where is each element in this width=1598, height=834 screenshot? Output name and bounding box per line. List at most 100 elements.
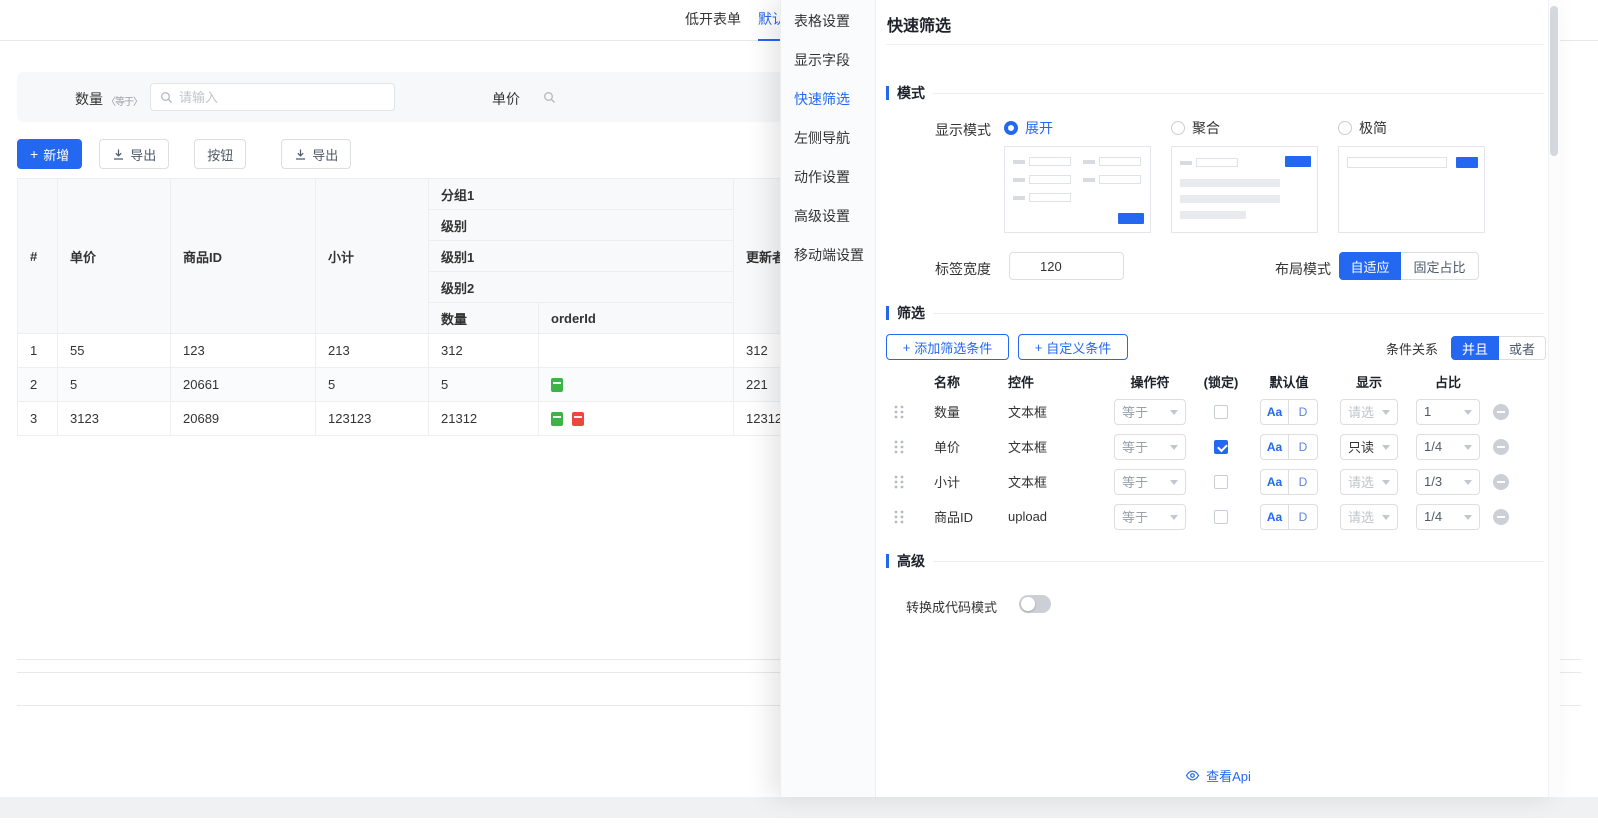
radio-icon — [1171, 121, 1185, 135]
price-filter-label: 单价 — [492, 89, 520, 109]
delete-icon[interactable] — [1493, 404, 1509, 420]
nav-item-table-settings[interactable]: 表格设置 — [781, 2, 875, 41]
display-mode-label: 显示模式 — [876, 120, 991, 140]
operator-select[interactable]: 等于 — [1114, 469, 1186, 495]
chevron-down-icon — [1170, 445, 1178, 454]
code-mode-toggle[interactable] — [1019, 595, 1051, 613]
default-text-button[interactable]: Aa — [1260, 399, 1289, 425]
operator-select[interactable]: 等于 — [1114, 399, 1186, 425]
drag-handle[interactable] — [884, 474, 914, 490]
ratio-select[interactable]: 1/4 — [1416, 434, 1480, 460]
preview-aggregate-thumbnail[interactable] — [1171, 146, 1318, 233]
chevron-down-icon — [1464, 480, 1472, 489]
default-dynamic-button[interactable]: D — [1289, 434, 1318, 460]
default-value-group: AaD — [1260, 469, 1318, 495]
col-header-subtotal: 小计 — [316, 179, 429, 334]
default-text-button[interactable]: Aa — [1260, 469, 1289, 495]
display-select[interactable]: 请选 — [1340, 399, 1398, 425]
display-select[interactable]: 只读 — [1340, 434, 1398, 460]
label-width-input[interactable] — [1009, 252, 1124, 280]
mode-option-aggregate: 聚合 — [1171, 118, 1318, 233]
attachment-icon-green — [551, 378, 563, 392]
drawer-scrollbar[interactable] — [1548, 0, 1560, 797]
default-dynamic-button[interactable]: D — [1289, 504, 1318, 530]
radio-icon — [1004, 121, 1018, 135]
qty-filter-input[interactable] — [150, 83, 395, 111]
condition-name: 单价 — [914, 437, 994, 456]
generic-button[interactable]: 按钮 — [194, 139, 246, 169]
nav-item-mobile-settings[interactable]: 移动端设置 — [781, 236, 875, 275]
export-button-2[interactable]: 导出 — [281, 139, 351, 169]
price-search-icon[interactable] — [543, 91, 556, 109]
default-dynamic-button[interactable]: D — [1289, 399, 1318, 425]
ratio-select[interactable]: 1/3 — [1416, 469, 1480, 495]
nav-item-advanced-settings[interactable]: 高级设置 — [781, 197, 875, 236]
radio-icon — [1338, 121, 1352, 135]
relation-and-button[interactable]: 并且 — [1451, 336, 1499, 360]
filter-condition-row: 商品ID upload 等于 AaD 请选 1/4 — [884, 499, 1516, 534]
filter-table-header: 名称 控件 操作符 (锁定) 默认值 显示 占比 — [884, 368, 1516, 394]
ratio-select[interactable]: 1/4 — [1416, 504, 1480, 530]
default-text-button[interactable]: Aa — [1260, 434, 1289, 460]
chevron-down-icon — [1464, 515, 1472, 524]
default-text-button[interactable]: Aa — [1260, 504, 1289, 530]
lock-checkbox[interactable] — [1214, 440, 1228, 454]
ratio-select[interactable]: 1 — [1416, 399, 1480, 425]
layout-fixed-ratio-button[interactable]: 固定占比 — [1401, 252, 1479, 280]
col-header-price: 单价 — [58, 179, 171, 334]
radio-aggregate[interactable]: 聚合 — [1171, 118, 1318, 138]
layout-adaptive-button[interactable]: 自适应 — [1339, 252, 1401, 280]
operator-select[interactable]: 等于 — [1114, 434, 1186, 460]
qty-filter-text-field[interactable] — [179, 90, 385, 105]
nav-item-quick-filter[interactable]: 快速筛选 — [781, 80, 875, 119]
custom-condition-button[interactable]: + 自定义条件 — [1018, 334, 1128, 360]
drag-handle[interactable] — [884, 404, 914, 420]
relation-or-button[interactable]: 或者 — [1499, 336, 1546, 360]
download-icon — [294, 148, 307, 161]
chevron-down-icon — [1170, 480, 1178, 489]
radio-expand[interactable]: 展开 — [1004, 118, 1151, 138]
lock-checkbox[interactable] — [1214, 510, 1228, 524]
scrollbar-thumb[interactable] — [1550, 6, 1558, 156]
default-value-group: AaD — [1260, 399, 1318, 425]
drag-handle[interactable] — [884, 439, 914, 455]
preview-minimal-thumbnail[interactable] — [1338, 146, 1485, 233]
plus-icon: + — [903, 340, 911, 355]
header-locked: (锁定) — [1194, 372, 1248, 391]
delete-icon[interactable] — [1493, 439, 1509, 455]
operator-select[interactable]: 等于 — [1114, 504, 1186, 530]
delete-icon[interactable] — [1493, 474, 1509, 490]
display-select[interactable]: 请选 — [1340, 504, 1398, 530]
tab-low-code-form[interactable]: 低开表单 — [685, 0, 741, 41]
drag-handle[interactable] — [884, 509, 914, 525]
header-name: 名称 — [914, 372, 994, 391]
add-filter-condition-button[interactable]: + 添加筛选条件 — [886, 334, 1009, 360]
lock-checkbox[interactable] — [1214, 475, 1228, 489]
radio-minimal[interactable]: 极简 — [1338, 118, 1485, 138]
panel-title: 快速筛选 — [887, 12, 951, 36]
preview-expand-thumbnail[interactable] — [1004, 146, 1151, 233]
mode-option-minimal: 极简 — [1338, 118, 1485, 233]
eye-icon — [1185, 768, 1200, 783]
layout-mode-segment: 自适应 固定占比 — [1339, 252, 1479, 280]
chevron-down-icon — [1382, 445, 1390, 454]
lock-checkbox[interactable] — [1214, 405, 1228, 419]
default-dynamic-button[interactable]: D — [1289, 469, 1318, 495]
col-header-group1: 分组1 — [429, 179, 734, 210]
nav-item-action-settings[interactable]: 动作设置 — [781, 158, 875, 197]
header-ratio: 占比 — [1408, 372, 1488, 391]
label-width-value[interactable] — [1010, 253, 1124, 279]
view-api-link[interactable]: 查看Api — [876, 766, 1560, 785]
filter-condition-row: 小计 文本框 等于 AaD 请选 1/3 — [884, 464, 1516, 499]
nav-item-left-nav[interactable]: 左侧导航 — [781, 119, 875, 158]
nav-item-display-fields[interactable]: 显示字段 — [781, 41, 875, 80]
condition-name: 商品ID — [914, 507, 994, 526]
delete-icon[interactable] — [1493, 509, 1509, 525]
section-filter: 筛选 — [886, 303, 1544, 323]
display-select[interactable]: 请选 — [1340, 469, 1398, 495]
export-button[interactable]: 导出 — [99, 139, 169, 169]
col-header-level2: 级别2 — [429, 272, 734, 303]
condition-control: 文本框 — [994, 402, 1106, 421]
condition-control: 文本框 — [994, 472, 1106, 491]
add-button[interactable]: + 新增 — [17, 139, 82, 169]
